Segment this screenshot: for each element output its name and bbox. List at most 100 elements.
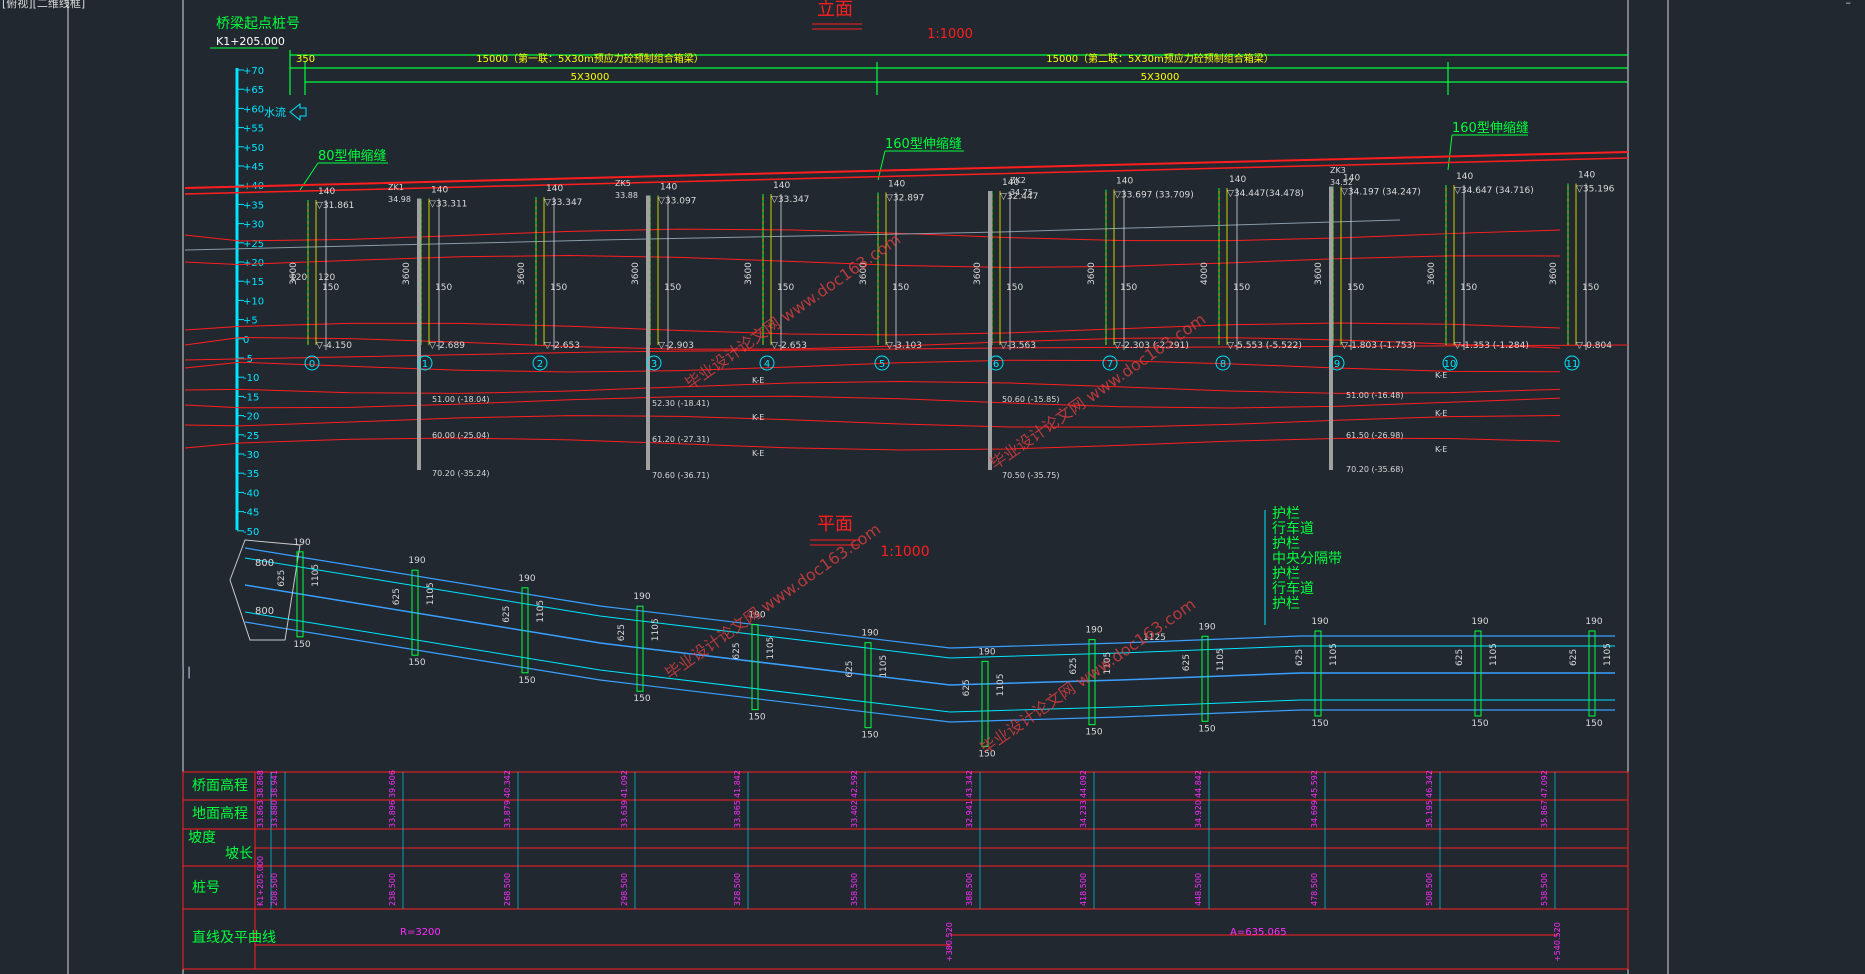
axis-tick: -40 [243,488,259,499]
watermark: 毕业设计论文网 www.doc163.com 毕业设计论文网 www.doc163… [661,229,1209,758]
svg-text:▽-3.103: ▽-3.103 [886,341,922,351]
svg-text:43.342: 43.342 [965,770,974,798]
svg-text:800: 800 [255,558,274,569]
svg-text:行车道: 行车道 [1272,580,1314,597]
svg-text:190: 190 [1085,626,1102,636]
plan-scale: 1:1000 [880,544,929,560]
sub1-label: 5X3000 [571,72,610,83]
svg-text:ZK3: ZK3 [1330,166,1346,175]
svg-text:625: 625 [1455,649,1465,666]
svg-text:150: 150 [293,640,310,650]
pier-10: ▽34.647 (34.716) ▽-1.353 (-1.284) 140 150 36… [1427,172,1534,371]
start-station-label: 桥梁起点桩号 [216,15,300,32]
svg-text:▽-2.903: ▽-2.903 [658,341,694,351]
svg-text:190: 190 [408,556,425,566]
svg-text:51.00 (-16.48): 51.00 (-16.48) [1346,391,1403,400]
svg-text:1105: 1105 [1603,643,1613,666]
svg-text:150: 150 [550,283,567,293]
start-station-value: K1+205.000 [216,35,285,48]
profile-table: 桥面高程地面高程坡度坡长桩号直线及平曲线 38.868 33.863 K1+205.0… [182,770,1629,970]
svg-text:150: 150 [1198,724,1215,734]
svg-text:▽33.347: ▽33.347 [544,198,582,208]
svg-text:238.500: 238.500 [388,873,397,906]
axis-tick: +10 [243,296,264,307]
svg-text:190: 190 [518,574,535,584]
svg-text:190: 190 [861,629,878,639]
axis-tick: -15 [243,392,259,403]
svg-text:150: 150 [1085,728,1102,738]
axis-tick: 0 [243,335,249,346]
svg-text:▽35.196: ▽35.196 [1576,185,1615,195]
svg-text:41.092: 41.092 [620,770,629,798]
svg-text:1105: 1105 [1489,643,1499,666]
svg-text:150: 150 [1460,283,1477,293]
svg-text:328.500: 328.500 [733,873,742,906]
svg-text:35.195: 35.195 [1425,800,1434,828]
joint-label-1: 80型伸缩缝 [318,148,387,164]
pier-9: ▽34.197 (34.247)▽-1.803 (-1.753)14015036… [1314,174,1421,470]
svg-text:150: 150 [1120,283,1137,293]
svg-text:140: 140 [1578,171,1595,181]
svg-text:625: 625 [617,624,627,641]
svg-text:44.842: 44.842 [1194,770,1203,798]
svg-text:ZK2: ZK2 [1010,176,1026,185]
axis-tick: +5 [243,316,258,327]
svg-text:190: 190 [1585,617,1602,627]
svg-text:R=3200: R=3200 [400,927,441,938]
svg-text:▽31.861: ▽31.861 [316,201,354,211]
svg-text:▽34.447(34.478): ▽34.447(34.478) [1227,189,1304,199]
svg-text:K-E: K-E [752,449,764,458]
joint-label-2: 160型伸缩缝 [885,136,962,152]
svg-text:52.30 (-18.41): 52.30 (-18.41) [652,399,709,408]
axis-tick: +45 [243,162,264,173]
svg-text:▽-4.150: ▽-4.150 [316,341,352,351]
svg-text:1105: 1105 [536,600,546,623]
pier-8: ▽34.447(34.478) ▽-5.553 (-5.522) 140 150 400… [1200,175,1304,371]
svg-text:150: 150 [1471,719,1488,729]
svg-text:190: 190 [1311,617,1328,627]
elevation-scale: 1:1000 [927,27,973,42]
svg-text:50.60 (-15.85): 50.60 (-15.85) [1002,395,1059,404]
svg-text:140: 140 [660,183,677,193]
joint-label-3: 160型伸缩缝 [1452,120,1529,136]
pier-1: ▽33.311 ▽-2.689 140 150 3600 1 [402,186,467,470]
svg-text:60.00 (-25.04): 60.00 (-25.04) [432,431,489,440]
cad-drawing-canvas[interactable]: 立面 1:1000 桥梁起点桩号 K1+205.000 350 15000（第一… [0,0,1865,974]
svg-text:行车道: 行车道 [1272,520,1314,537]
svg-text:▽-1.353 (-1.284): ▽-1.353 (-1.284) [1454,341,1529,351]
axis-tick: +30 [243,220,264,231]
svg-text:坡长: 坡长 [225,846,253,862]
svg-text:3600: 3600 [1549,262,1559,285]
svg-text:▽34.647 (34.716): ▽34.647 (34.716) [1454,186,1534,196]
span2-label: 15000（第二联：5X30m预应力砼预制组合箱梁） [1046,52,1274,65]
svg-text:K-E: K-E [1435,371,1447,380]
svg-text:3600: 3600 [631,262,641,285]
svg-text:120: 120 [318,273,335,283]
svg-text:K1+205.000: K1+205.000 [256,856,265,906]
svg-text:3600: 3600 [517,262,527,285]
svg-text:418.500: 418.500 [1079,873,1088,906]
axis-tick: -20 [243,412,259,423]
svg-text:625: 625 [502,606,512,623]
svg-text:中央分隔带: 中央分隔带 [1272,551,1342,567]
axis-tick: -50 [243,527,259,538]
svg-text:70.20 (-35.24): 70.20 (-35.24) [432,469,489,478]
svg-text:1: 1 [422,359,428,370]
svg-text:34.233: 34.233 [1079,800,1088,828]
svg-text:150: 150 [664,283,681,293]
svg-text:150: 150 [1233,283,1250,293]
flow-arrow-icon [289,102,307,122]
svg-text:10: 10 [1444,359,1457,370]
svg-text:▽-2.689: ▽-2.689 [429,341,465,351]
svg-text:140: 140 [773,181,790,191]
svg-text:6: 6 [993,359,999,370]
svg-text:护栏: 护栏 [1272,536,1300,552]
svg-text:坡度: 坡度 [188,830,216,846]
axis-tick: +35 [243,200,264,211]
plan-legend: 护栏行车道护栏中央分隔带护栏行车道护栏 [1264,506,1342,625]
svg-text:150: 150 [1585,719,1602,729]
pier-11: ▽35.196 ▽-0.804 140 150 3600 11 [1549,171,1615,371]
pier-2: ▽33.347 ▽-2.653 140 150 3600 2 [517,184,582,371]
svg-text:39.606: 39.606 [388,770,397,798]
svg-text:▽-2.653: ▽-2.653 [544,341,580,351]
